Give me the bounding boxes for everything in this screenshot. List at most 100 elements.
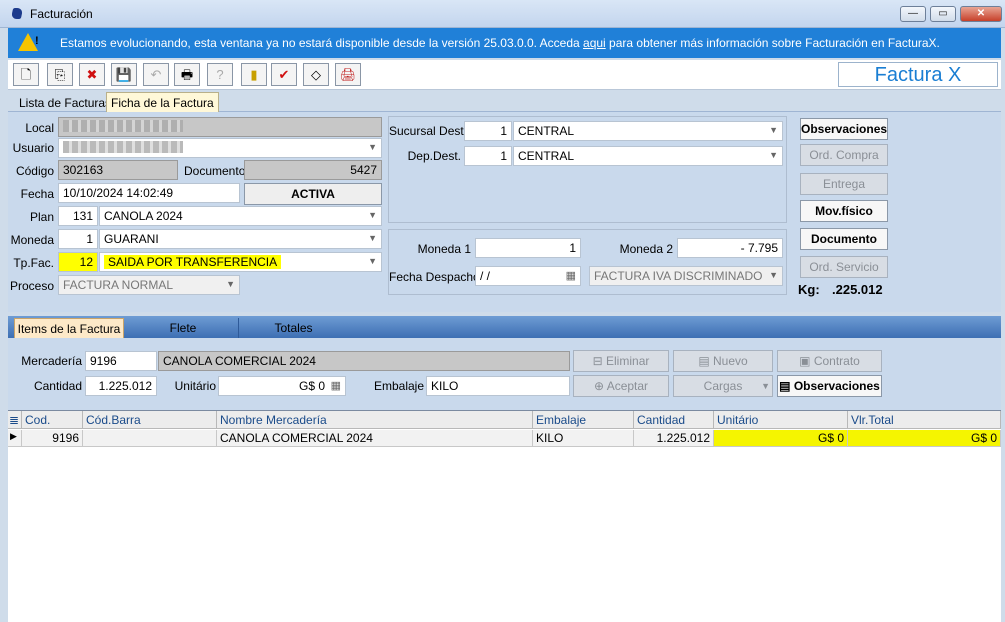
- tab-ficha-factura[interactable]: Ficha de la Factura: [106, 92, 219, 112]
- documento-field[interactable]: 5427: [244, 160, 382, 180]
- col-unitario[interactable]: Unitário: [714, 411, 848, 429]
- fecha-field[interactable]: 10/10/2024 14:02:49: [58, 183, 240, 203]
- accept-icon: ⊕: [593, 379, 607, 393]
- col-nombre[interactable]: Nombre Mercadería: [217, 411, 533, 429]
- ord-servicio-button[interactable]: Ord. Servicio: [800, 256, 888, 278]
- proceso-select[interactable]: FACTURA NORMAL ▼: [58, 275, 240, 295]
- tpfac-code-field[interactable]: 12: [58, 252, 98, 272]
- cantidad-label: Cantidad: [33, 379, 82, 393]
- print-fiscal-icon[interactable]: 🖨: [335, 63, 361, 86]
- col-cantidad[interactable]: Cantidad: [634, 411, 714, 429]
- contrato-button[interactable]: ▣ Contrato: [777, 350, 882, 372]
- mercaderia-code-field[interactable]: 9196: [85, 351, 157, 371]
- window-title: Facturación: [30, 7, 93, 21]
- tpfac-select[interactable]: SAIDA POR TRANSFERENCIA ▼: [99, 252, 382, 272]
- dep-code-field[interactable]: 1: [464, 146, 512, 166]
- tpfac-label: Tp.Fac.: [13, 256, 54, 270]
- col-embalaje[interactable]: Embalaje: [533, 411, 634, 429]
- help-icon[interactable]: ?: [207, 63, 233, 86]
- col-vlr-total[interactable]: Vlr.Total: [848, 411, 1001, 429]
- documento-label: Documento: [184, 164, 246, 178]
- table-row-cantidad[interactable]: 1.225.012: [634, 430, 714, 447]
- sucursal-value: CENTRAL: [518, 124, 575, 138]
- close-button[interactable]: ✕: [960, 6, 1002, 22]
- dep-label: Dep.Dest.: [407, 149, 461, 163]
- table-row-unitario[interactable]: G$ 0: [714, 430, 848, 447]
- observaciones-button[interactable]: Observaciones: [800, 118, 888, 140]
- row-indicator-icon[interactable]: ▶: [8, 430, 22, 447]
- moneda-code-field[interactable]: 1: [58, 229, 98, 249]
- col-cod[interactable]: Cod.: [22, 411, 83, 429]
- tipo-iva-value: FACTURA IVA DISCRIMINADO: [594, 269, 763, 283]
- undo-icon[interactable]: ↶: [143, 63, 169, 86]
- print-icon[interactable]: 🖶: [174, 63, 200, 86]
- table-row-vlr-total[interactable]: G$ 0: [848, 430, 1001, 447]
- mercaderia-name-field[interactable]: CANOLA COMERCIAL 2024: [158, 351, 570, 371]
- banner-link[interactable]: aqui: [583, 36, 606, 50]
- maximize-button[interactable]: ▭: [930, 6, 956, 22]
- title-bar: Facturación — ▭ ✕: [0, 0, 1005, 28]
- table-row-cod-barra[interactable]: [83, 430, 217, 447]
- duplicate-icon[interactable]: ⎘: [47, 63, 73, 86]
- chevron-down-icon: ▼: [368, 210, 377, 220]
- usuario-select[interactable]: ▼: [58, 138, 382, 158]
- aceptar-button[interactable]: ⊕ Aceptar: [573, 375, 669, 397]
- plan-value: CANOLA 2024: [104, 209, 183, 223]
- table-row-embalaje[interactable]: KILO: [533, 430, 634, 447]
- calendar-icon[interactable]: ▦: [566, 269, 576, 282]
- items-grid: ≣ Cod. Cód.Barra Nombre Mercadería Embal…: [8, 410, 1001, 622]
- tab-items-factura[interactable]: Items de la Factura: [14, 318, 124, 338]
- tab-flete[interactable]: Flete: [128, 318, 238, 338]
- moneda1-field[interactable]: 1: [475, 238, 581, 258]
- moneda-select[interactable]: GUARANI ▼: [99, 229, 382, 249]
- redacted-usuario: [63, 141, 183, 153]
- save-icon[interactable]: 💾: [111, 63, 137, 86]
- chevron-down-icon: ▼: [368, 256, 377, 266]
- embalaje-field[interactable]: KILO: [426, 376, 570, 396]
- kg-value: .225.012: [832, 282, 883, 297]
- calculator-icon[interactable]: ▦: [331, 379, 341, 392]
- confirm-icon[interactable]: ✔: [271, 63, 297, 86]
- tab-lista-facturas[interactable]: Lista de Facturas: [14, 92, 116, 112]
- sucursal-code-field[interactable]: 1: [464, 121, 512, 141]
- minimize-button[interactable]: —: [900, 6, 926, 22]
- unitario-value: G$ 0: [298, 379, 325, 393]
- cantidad-field[interactable]: 1.225.012: [85, 376, 157, 396]
- plan-code-field[interactable]: 131: [58, 206, 98, 226]
- local-label: Local: [25, 121, 54, 135]
- chevron-down-icon[interactable]: ▼: [761, 376, 770, 396]
- dep-select[interactable]: CENTRAL ▼: [513, 146, 783, 166]
- plan-select[interactable]: CANOLA 2024 ▼: [99, 206, 382, 226]
- kg-label: Kg:: [798, 282, 820, 297]
- entrega-button[interactable]: Entrega: [800, 173, 888, 195]
- fecha-despacho-field[interactable]: / / ▦: [475, 266, 581, 286]
- delete-doc-icon[interactable]: ✖: [79, 63, 105, 86]
- moneda2-field[interactable]: - 7.795: [677, 238, 783, 258]
- table-row-cod[interactable]: 9196: [22, 430, 83, 447]
- table-row-nombre[interactable]: CANOLA COMERCIAL 2024: [217, 430, 533, 447]
- sucursal-select[interactable]: CENTRAL ▼: [513, 121, 783, 141]
- tpfac-value: SAIDA POR TRANSFERENCIA: [104, 255, 282, 269]
- eraser-icon[interactable]: ◇: [303, 63, 329, 86]
- moneda-value: GUARANI: [104, 232, 159, 246]
- exit-icon[interactable]: ▮: [241, 63, 267, 86]
- chevron-down-icon: ▼: [769, 270, 778, 280]
- new-doc-icon[interactable]: 🗋: [13, 63, 39, 86]
- local-field[interactable]: [58, 117, 382, 137]
- documento-button[interactable]: Documento: [800, 228, 888, 250]
- tab-totales[interactable]: Totales: [238, 318, 348, 338]
- ord-compra-button[interactable]: Ord. Compra: [800, 144, 888, 166]
- unitario-field[interactable]: G$ 0 ▦: [218, 376, 346, 396]
- chevron-down-icon: ▼: [769, 125, 778, 135]
- tipo-iva-select[interactable]: FACTURA IVA DISCRIMINADO ▼: [589, 266, 783, 286]
- redacted-local: [63, 120, 183, 132]
- item-observaciones-label: Observaciones: [793, 379, 880, 393]
- mov-fisico-button[interactable]: Mov.físico: [800, 200, 888, 222]
- eliminar-button[interactable]: ⊟ Eliminar: [573, 350, 669, 372]
- cargas-button[interactable]: Cargas ▼: [673, 375, 773, 397]
- grid-menu-icon[interactable]: ≣: [8, 411, 22, 429]
- nuevo-button[interactable]: ▤ Nuevo: [673, 350, 773, 372]
- col-cod-barra[interactable]: Cód.Barra: [83, 411, 217, 429]
- codigo-field[interactable]: 302163: [58, 160, 178, 180]
- item-observaciones-button[interactable]: ▤ Observaciones: [777, 375, 882, 397]
